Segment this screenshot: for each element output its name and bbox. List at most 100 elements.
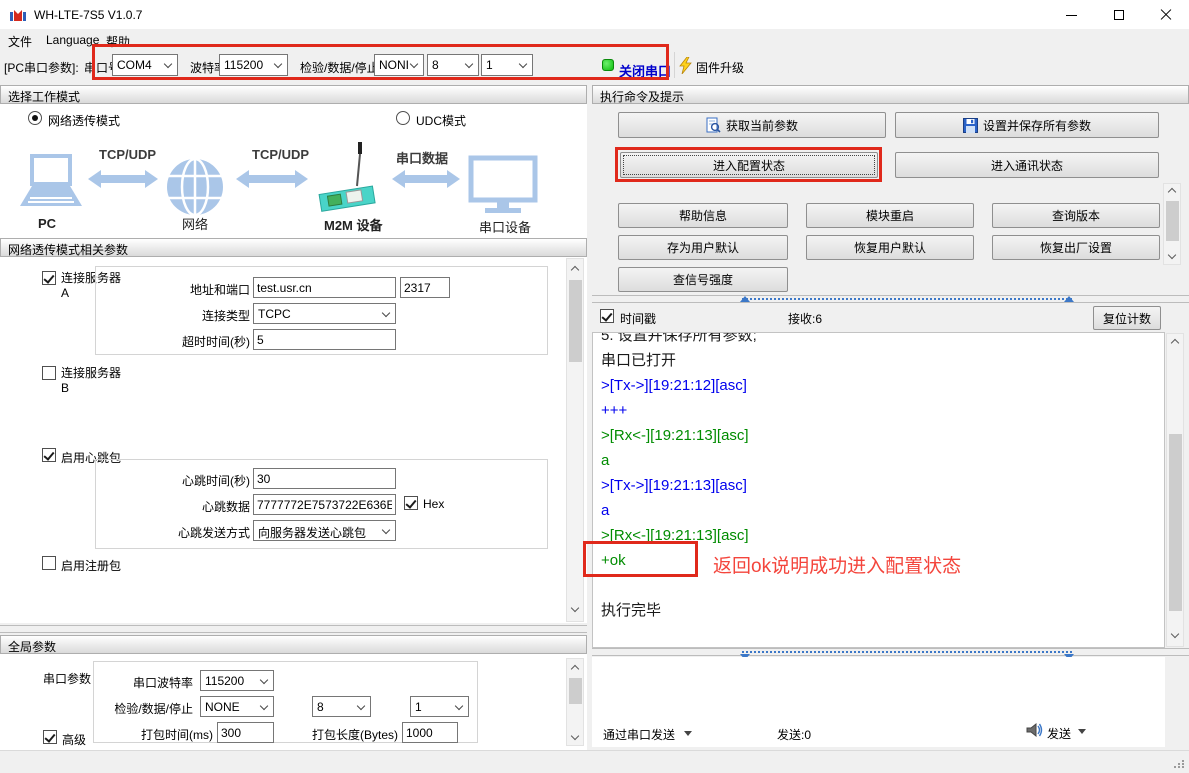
log-line: a (601, 448, 1164, 473)
query-version-label: 查询版本 (1052, 207, 1100, 224)
get-params-label: 获取当前参数 (726, 117, 798, 134)
udc-mode-radio[interactable] (396, 111, 410, 125)
splitter-handle[interactable] (742, 651, 1072, 653)
log-line: a (601, 498, 1164, 523)
sent-count: 发送:0 (777, 726, 811, 743)
splitter-handle[interactable] (742, 298, 1072, 300)
hb-data-input[interactable] (253, 494, 396, 515)
close-button[interactable] (1142, 0, 1189, 30)
app-window: { "titlebar": { "title": "WH-LTE-7S5 V1.… (0, 0, 1189, 773)
collapse-arrow-icon (740, 296, 750, 302)
enter-config-highlight-box (615, 147, 882, 182)
status-strip (0, 750, 1189, 773)
timestamp-checkbox[interactable] (600, 309, 614, 323)
global-params-header: 全局参数 (0, 635, 587, 654)
save-user-default-button[interactable]: 存为用户默认 (618, 235, 788, 260)
addr-port-label: 地址和端口 (100, 281, 250, 298)
log-top-splitter[interactable] (592, 295, 1189, 303)
module-restart-label: 模块重启 (866, 207, 914, 224)
server-port-input[interactable] (400, 277, 450, 298)
factory-reset-button[interactable]: 恢复出厂设置 (992, 235, 1160, 260)
send-via-dropdown[interactable]: 通过串口发送 (603, 726, 675, 743)
scrollbar-thumb[interactable] (569, 678, 582, 704)
m2m-device-icon (316, 142, 380, 216)
net-mode-radio[interactable] (28, 111, 42, 125)
serial-group-label: 串口参数 (43, 670, 91, 687)
help-info-label: 帮助信息 (679, 207, 727, 224)
firmware-upgrade-button[interactable]: 固件升级 (679, 54, 743, 78)
hex-label: Hex (423, 497, 444, 511)
scroll-up-icon (1168, 188, 1176, 196)
g-baud-label: 串口波特率 (93, 674, 193, 691)
save-user-default-label: 存为用户默认 (667, 239, 739, 256)
log-line: 串口已打开 (601, 348, 1164, 373)
signal-strength-label: 查信号强度 (673, 271, 733, 288)
minimize-icon (1066, 15, 1077, 16)
restore-user-default-button[interactable]: 恢复用户默认 (806, 235, 974, 260)
reset-count-label: 复位计数 (1103, 310, 1151, 327)
conn-type-label: 连接类型 (100, 307, 250, 324)
g-databits-select[interactable]: 8 (312, 696, 371, 717)
hb-time-label: 心跳时间(秒) (100, 472, 250, 489)
scrollbar-thumb[interactable] (1166, 201, 1179, 241)
pc-serial-params-label: [PC串口参数]: (4, 59, 79, 76)
server-b-checkbox[interactable] (42, 366, 56, 380)
enter-comm-button[interactable]: 进入通讯状态 (895, 152, 1159, 178)
timeout-input[interactable] (253, 329, 396, 350)
send-button[interactable]: 发送 (1026, 720, 1136, 742)
log-area[interactable]: 5. 设置并保存所有参数; 串口已打开 >[Tx->][19:21:12][as… (592, 332, 1165, 648)
log-scrollbar[interactable] (1166, 333, 1184, 647)
net-mode-label[interactable]: 网络透传模式 (48, 112, 120, 129)
g-stopbits-select[interactable]: 1 (410, 696, 469, 717)
resize-grip[interactable] (1174, 760, 1186, 770)
link-pc-net-label: TCP/UDP (99, 147, 156, 162)
maximize-button[interactable] (1095, 0, 1142, 30)
send-via-label: 通过串口发送 (603, 728, 675, 742)
chevron-down-icon (455, 702, 463, 710)
minimize-button[interactable] (1048, 0, 1095, 30)
module-restart-button[interactable]: 模块重启 (806, 203, 974, 228)
hex-checkbox[interactable] (404, 496, 418, 510)
global-params-scrollbar[interactable] (566, 658, 584, 746)
arrow-m2m-serial-icon (392, 168, 460, 190)
pack-time-input[interactable] (217, 722, 274, 743)
firmware-upgrade-label: 固件升级 (696, 59, 744, 76)
server-a-checkbox[interactable] (42, 271, 56, 285)
get-params-button[interactable]: 获取当前参数 (618, 112, 886, 138)
set-save-params-button[interactable]: 设置并保存所有参数 (895, 112, 1159, 138)
g-parity-select[interactable]: NONE (200, 696, 274, 717)
signal-strength-button[interactable]: 查信号强度 (618, 267, 788, 292)
help-info-button[interactable]: 帮助信息 (618, 203, 788, 228)
pack-len-input[interactable] (402, 722, 458, 743)
hb-time-input[interactable] (253, 468, 396, 489)
udc-mode-label[interactable]: UDC模式 (416, 112, 466, 129)
scrollbar-thumb[interactable] (569, 280, 582, 362)
hb-mode-select[interactable]: 向服务器发送心跳包 (253, 520, 396, 541)
pack-len-label: 打包长度(Bytes) (298, 726, 398, 743)
chevron-down-icon (260, 702, 268, 710)
maximize-icon (1114, 10, 1124, 20)
menu-file[interactable]: 文件 (8, 33, 32, 50)
log-bottom-splitter[interactable] (592, 648, 1189, 656)
register-checkbox[interactable] (42, 556, 56, 570)
reset-count-button[interactable]: 复位计数 (1093, 306, 1161, 330)
scroll-up-icon (571, 266, 579, 274)
net-params-scrollbar[interactable] (566, 258, 584, 622)
arrow-pc-net-icon (88, 168, 158, 190)
server-addr-input[interactable] (253, 277, 396, 298)
app-logo-icon (10, 7, 26, 23)
advanced-checkbox[interactable] (43, 730, 57, 744)
command-scrollbar[interactable] (1163, 183, 1181, 265)
scroll-down-icon (1168, 251, 1176, 259)
log-line: +++ (601, 398, 1164, 423)
heartbeat-checkbox[interactable] (42, 448, 56, 462)
net-params-header: 网络透传模式相关参数 (0, 238, 587, 257)
conn-type-select[interactable]: TCPC (253, 303, 396, 324)
g-baud-select[interactable]: 115200 (200, 670, 274, 691)
left-splitter[interactable] (0, 625, 587, 633)
collapse-arrow-icon (1064, 296, 1074, 302)
query-version-button[interactable]: 查询版本 (992, 203, 1160, 228)
pc-laptop-icon (18, 154, 82, 214)
hb-mode-label: 心跳发送方式 (100, 524, 250, 541)
scrollbar-thumb[interactable] (1169, 434, 1182, 611)
